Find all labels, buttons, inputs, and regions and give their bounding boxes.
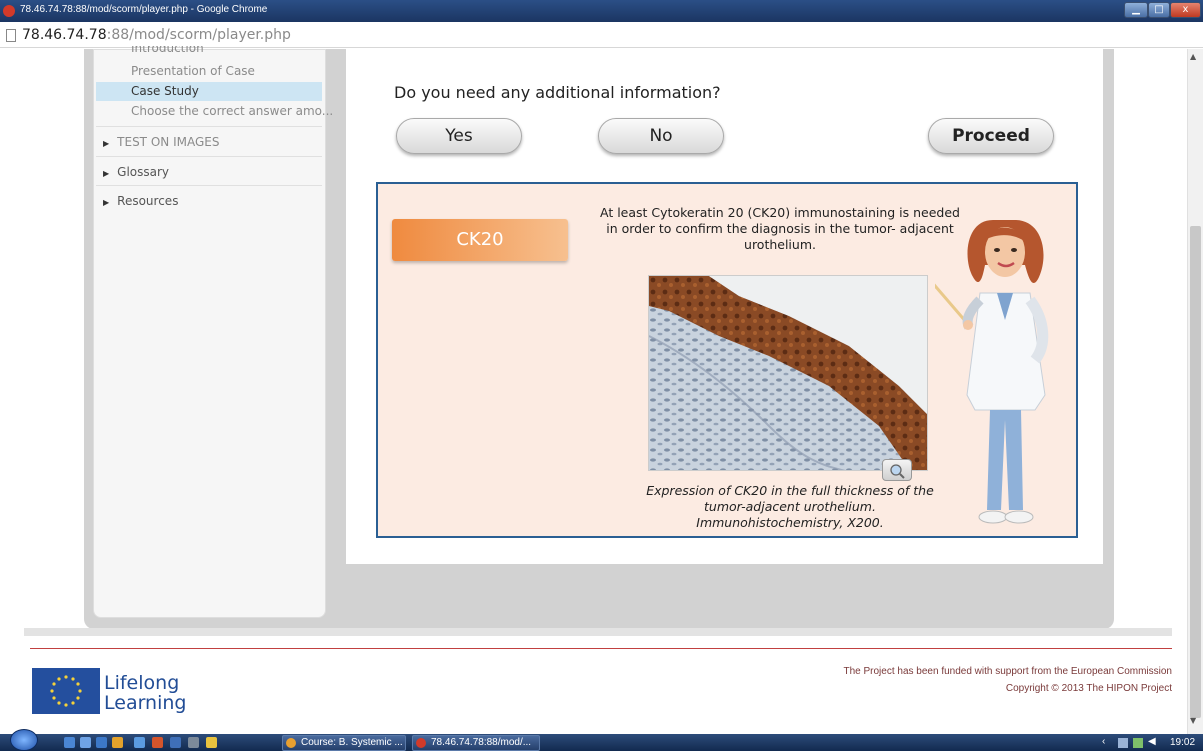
task-label: Course: B. Systemic ... xyxy=(301,737,403,748)
logo-line-1: Lifelong xyxy=(104,672,180,694)
sidebar-group-resources[interactable]: ▶ Resources xyxy=(103,194,178,208)
expand-arrow-icon: ▶ xyxy=(103,198,110,207)
quicklaunch-icon[interactable] xyxy=(96,737,107,748)
volume-icon[interactable]: ◀ xyxy=(1148,736,1156,747)
scroll-up-icon[interactable]: ▲ xyxy=(1190,52,1196,61)
case-description: At least Cytokeratin 20 (CK20) immunosta… xyxy=(600,205,960,252)
scroll-down-icon[interactable]: ▼ xyxy=(1190,716,1196,725)
magnifier-icon xyxy=(890,464,905,479)
taskbar-task-player[interactable]: 78.46.74.78:88/mod/... xyxy=(412,735,540,751)
no-button[interactable]: No xyxy=(598,118,724,154)
quicklaunch-icon[interactable] xyxy=(112,737,123,748)
micrograph-illustration xyxy=(649,276,927,470)
sidebar-item-choose-answer[interactable]: Choose the correct answer amo... xyxy=(131,104,333,118)
sidebar-divider xyxy=(96,126,322,127)
quicklaunch-icon[interactable] xyxy=(170,737,181,748)
url-text[interactable]: 78.46.74.78:88/mod/scorm/player.php xyxy=(22,27,291,43)
chrome-icon xyxy=(286,738,296,748)
sidebar-divider xyxy=(96,156,322,157)
window-titlebar: 78.46.74.78:88/mod/scorm/player.php - Go… xyxy=(0,0,1203,22)
tray-flag-icon[interactable] xyxy=(1118,738,1128,748)
ck20-tab[interactable]: CK20 xyxy=(392,219,568,261)
address-bar[interactable]: 78.46.74.78:88/mod/scorm/player.php xyxy=(0,22,1203,48)
show-desktop-icon[interactable] xyxy=(64,737,75,748)
tray-expand-icon[interactable]: ‹ xyxy=(1102,736,1105,747)
lifelong-learning-logo-text: Lifelong Learning xyxy=(104,673,187,713)
maximize-button[interactable]: □ xyxy=(1148,2,1170,18)
system-tray: ‹ ◀ 19:02 xyxy=(1100,736,1200,750)
sidebar-divider xyxy=(96,185,322,186)
page-icon xyxy=(6,29,16,42)
minimize-button[interactable]: ▁ xyxy=(1124,2,1148,18)
zoom-button[interactable] xyxy=(882,459,912,481)
chrome-app-icon xyxy=(3,5,15,17)
quicklaunch-icon[interactable] xyxy=(134,737,145,748)
quicklaunch-icon[interactable] xyxy=(80,737,91,748)
task-label: 78.46.74.78:88/mod/... xyxy=(431,737,532,748)
eu-stars-icon xyxy=(50,675,82,707)
sidebar-group-test-on-images[interactable]: ▶ TEST ON IMAGES xyxy=(103,135,219,149)
question-text: Do you need any additional information? xyxy=(394,83,721,102)
quicklaunch-icon[interactable] xyxy=(206,737,217,748)
url-path: :88/mod/scorm/player.php xyxy=(106,27,291,43)
quicklaunch-icon[interactable] xyxy=(152,737,163,748)
sidebar-item-introduction[interactable]: Introduction xyxy=(131,46,204,56)
footer-divider xyxy=(30,648,1172,649)
footer-credits: The Project has been funded with support… xyxy=(843,663,1172,697)
micrograph-image[interactable] xyxy=(648,275,928,471)
sidebar-item-case-study[interactable]: Case Study xyxy=(131,84,199,98)
quicklaunch-icon[interactable] xyxy=(188,737,199,748)
funded-text: The Project has been funded with support… xyxy=(843,666,1172,677)
footer-strip xyxy=(24,628,1172,636)
sidebar-group-label: Resources xyxy=(117,194,179,208)
chrome-icon xyxy=(416,738,426,748)
close-button[interactable]: x xyxy=(1170,2,1201,18)
sidebar-selection-highlight xyxy=(96,82,322,101)
copyright-text: Copyright © 2013 The HIPON Project xyxy=(1005,683,1172,694)
eu-flag-icon xyxy=(32,668,100,714)
taskbar-task-course[interactable]: Course: B. Systemic ... xyxy=(282,735,406,751)
expand-arrow-icon: ▶ xyxy=(103,169,110,178)
sidebar-group-label: TEST ON IMAGES xyxy=(117,135,220,149)
network-icon[interactable] xyxy=(1133,738,1143,748)
proceed-button[interactable]: Proceed xyxy=(928,118,1054,154)
logo-line-2: Learning xyxy=(104,692,187,714)
image-caption: Expression of CK20 in the full thickness… xyxy=(646,483,934,530)
sidebar-item-presentation-of-case[interactable]: Presentation of Case xyxy=(131,64,255,78)
url-host: 78.46.74.78 xyxy=(22,27,107,43)
clock[interactable]: 19:02 xyxy=(1170,737,1195,748)
yes-button[interactable]: Yes xyxy=(396,118,522,154)
scrollbar-thumb[interactable] xyxy=(1190,226,1201,718)
sidebar-group-glossary[interactable]: ▶ Glossary xyxy=(103,165,169,179)
expand-arrow-icon: ▶ xyxy=(103,139,110,148)
window-title: 78.46.74.78:88/mod/scorm/player.php - Go… xyxy=(20,4,268,15)
sidebar-group-label: Glossary xyxy=(117,165,170,179)
doctor-character-illustration xyxy=(935,220,1049,524)
start-button[interactable] xyxy=(10,729,38,751)
